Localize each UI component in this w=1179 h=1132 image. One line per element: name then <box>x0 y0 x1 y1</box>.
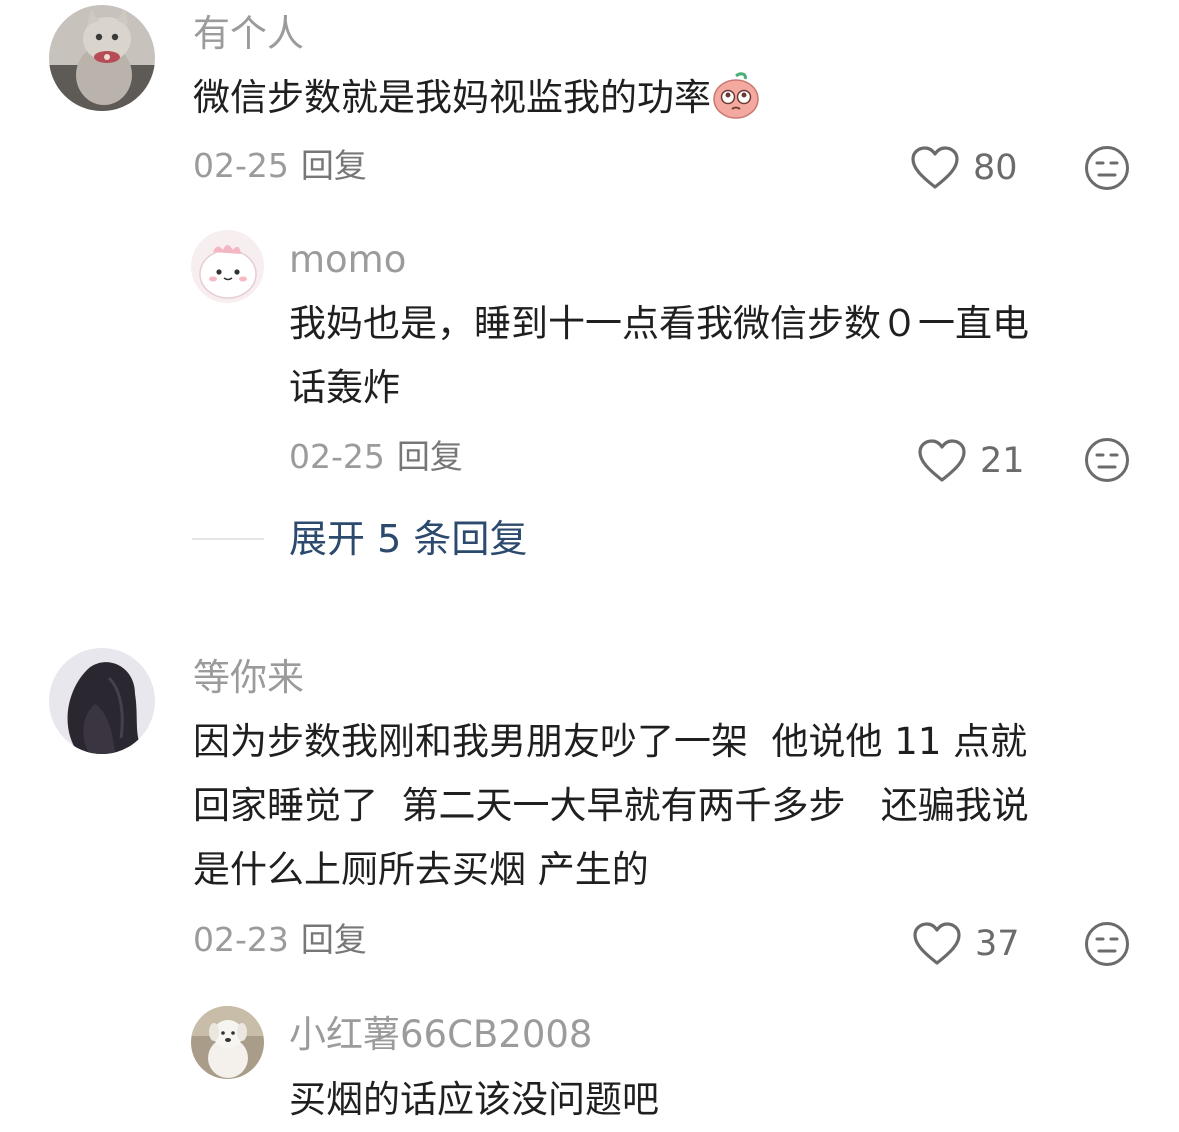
pink-dinosaur-avatar-image <box>191 230 264 303</box>
avatar[interactable] <box>49 648 155 754</box>
comment-text-content: 微信步数就是我妈视监我的功率 <box>193 76 711 119</box>
like-button[interactable]: 80 <box>911 143 1018 193</box>
comment-meta: 02-25 回复 <box>193 146 367 186</box>
avatar[interactable] <box>49 5 155 111</box>
reply-date: 02-25 <box>289 437 385 476</box>
neutral-face-icon[interactable] <box>1084 437 1130 483</box>
comment-text: 因为步数我刚和我男朋友吵了一架 他说他 11 点就 回家睡觉了 第二天一大早就有… <box>193 710 1029 902</box>
like-button[interactable]: 37 <box>913 919 1020 969</box>
neutral-face-icon[interactable] <box>1084 145 1130 191</box>
reply-text: 我妈也是，睡到十一点看我微信步数０一直电 话轰炸 <box>289 292 1029 420</box>
reply-button[interactable]: 回复 <box>301 146 367 185</box>
like-count: 80 <box>973 148 1018 188</box>
heart-outline-icon <box>918 439 966 482</box>
comment-meta: 02-23 回复 <box>193 920 367 960</box>
comment-date: 02-23 <box>193 920 289 959</box>
comment-date: 02-25 <box>193 146 289 185</box>
comment-text-line: 因为步数我刚和我男朋友吵了一架 他说他 11 点就 <box>193 720 1028 763</box>
heart-outline-icon <box>913 922 961 965</box>
avatar[interactable] <box>191 230 264 303</box>
comment-text-line: 回家睡觉了 第二天一大早就有两千多步 还骗我说 <box>193 784 1029 827</box>
like-count: 37 <box>975 924 1020 964</box>
expand-replies-button[interactable]: 展开 5 条回复 <box>289 517 527 561</box>
reply-text-line: 买烟的话应该没问题吧 <box>289 1078 659 1121</box>
avatar[interactable] <box>191 1006 264 1079</box>
reply-text-line: 话轰炸 <box>289 366 400 409</box>
heart-outline-icon <box>911 146 959 189</box>
reply-text-line: 我妈也是，睡到十一点看我微信步数０一直电 <box>289 302 1029 345</box>
like-button[interactable]: 21 <box>918 436 1025 486</box>
reply-text: 买烟的话应该没问题吧 <box>289 1068 659 1132</box>
white-dog-avatar-image <box>191 1006 264 1079</box>
expand-divider <box>192 538 264 540</box>
neutral-face-icon[interactable] <box>1084 921 1130 967</box>
pleading-face-emoji-icon <box>713 72 759 119</box>
reply-meta: 02-25 回复 <box>289 437 463 477</box>
reply-button[interactable]: 回复 <box>397 437 463 476</box>
comment-text: 微信步数就是我妈视监我的功率 <box>193 66 761 130</box>
reply-username[interactable]: 小红薯66CB2008 <box>289 1013 592 1057</box>
comment-text-line: 是什么上厕所去买烟 产生的 <box>193 848 649 891</box>
reply-username[interactable]: momo <box>289 238 406 282</box>
cat-avatar-image <box>49 5 155 111</box>
long-hair-avatar-image <box>49 648 155 754</box>
comment-username[interactable]: 等你来 <box>193 656 304 700</box>
comment-username[interactable]: 有个人 <box>193 12 304 56</box>
like-count: 21 <box>980 441 1025 481</box>
reply-button[interactable]: 回复 <box>301 920 367 959</box>
